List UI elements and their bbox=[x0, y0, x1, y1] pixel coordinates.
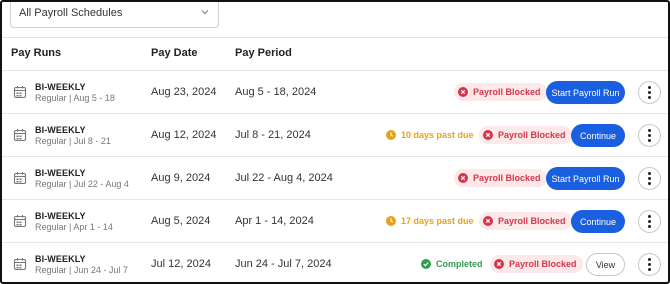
badge-label: Payroll Blocked bbox=[509, 259, 577, 269]
calendar-icon bbox=[13, 258, 27, 271]
continue-button[interactable]: Continue bbox=[571, 124, 625, 147]
payroll-blocked-badge: Payroll Blocked bbox=[454, 169, 547, 187]
pay-date: Aug 23, 2024 bbox=[151, 86, 217, 98]
badge-label: Payroll Blocked bbox=[498, 216, 566, 226]
more-vertical-icon bbox=[648, 86, 651, 89]
table-row: BI-WEEKLY Regular | Aug 5 - 18 Aug 23, 2… bbox=[2, 71, 668, 114]
calendar-icon bbox=[13, 129, 27, 142]
more-vertical-icon bbox=[648, 258, 651, 261]
pay-run-title: BI-WEEKLY bbox=[35, 125, 86, 135]
pay-period: Jul 8 - 21, 2024 bbox=[235, 129, 311, 141]
pay-date: Aug 12, 2024 bbox=[151, 129, 217, 141]
pay-run-subtitle: Regular | Jul 22 - Aug 4 bbox=[35, 179, 129, 189]
more-vertical-icon bbox=[648, 215, 651, 218]
pay-date: Jul 12, 2024 bbox=[151, 258, 211, 270]
calendar-icon bbox=[13, 172, 27, 185]
more-vertical-icon bbox=[648, 129, 651, 132]
more-options-button[interactable] bbox=[638, 253, 661, 276]
pay-run-subtitle: Regular | Jun 24 - Jul 7 bbox=[35, 265, 128, 275]
payroll-panel: All Payroll Schedules Pay Runs Pay Date … bbox=[0, 0, 670, 284]
clock-icon bbox=[386, 130, 396, 140]
pay-date: Aug 9, 2024 bbox=[151, 172, 211, 184]
pay-run-title: BI-WEEKLY bbox=[35, 168, 86, 178]
pay-run-subtitle: Regular | Aug 5 - 18 bbox=[35, 93, 115, 103]
pay-run-title: BI-WEEKLY bbox=[35, 254, 86, 264]
chevron-down-icon bbox=[201, 10, 209, 15]
pay-date: Aug 5, 2024 bbox=[151, 215, 211, 227]
past-due-badge: 10 days past due bbox=[382, 126, 480, 144]
check-circle-icon bbox=[421, 259, 431, 269]
payroll-schedule-select[interactable]: All Payroll Schedules bbox=[10, 2, 219, 28]
x-circle-icon bbox=[458, 173, 468, 183]
x-circle-icon bbox=[458, 87, 468, 97]
view-button[interactable]: View bbox=[586, 253, 625, 276]
start-payroll-run-button[interactable]: Start Payroll Run bbox=[546, 167, 625, 190]
payroll-blocked-badge: Payroll Blocked bbox=[479, 126, 572, 144]
more-vertical-icon bbox=[648, 172, 651, 175]
badge-label: 10 days past due bbox=[401, 130, 474, 140]
calendar-icon bbox=[13, 215, 27, 228]
x-circle-icon bbox=[483, 130, 493, 140]
continue-button[interactable]: Continue bbox=[571, 210, 625, 233]
pay-run-title: BI-WEEKLY bbox=[35, 82, 86, 92]
pay-period: Aug 5 - 18, 2024 bbox=[235, 86, 317, 98]
payroll-schedule-select-value: All Payroll Schedules bbox=[19, 7, 123, 19]
pay-period: Apr 1 - 14, 2024 bbox=[235, 215, 314, 227]
pay-run-title: BI-WEEKLY bbox=[35, 211, 86, 221]
completed-badge: Completed bbox=[417, 255, 489, 273]
table-header: Pay Runs Pay Date Pay Period bbox=[2, 38, 668, 71]
more-options-button[interactable] bbox=[638, 210, 661, 233]
badge-label: Payroll Blocked bbox=[473, 87, 541, 97]
pay-period: Jul 22 - Aug 4, 2024 bbox=[235, 172, 333, 184]
column-header-pay-runs: Pay Runs bbox=[11, 47, 62, 59]
payroll-blocked-badge: Payroll Blocked bbox=[490, 255, 583, 273]
pay-run-subtitle: Regular | Apr 1 - 14 bbox=[35, 222, 113, 232]
column-header-pay-period: Pay Period bbox=[235, 47, 292, 59]
pay-period: Jun 24 - Jul 7, 2024 bbox=[235, 258, 332, 270]
more-options-button[interactable] bbox=[638, 167, 661, 190]
table-row: BI-WEEKLY Regular | Apr 1 - 14 Aug 5, 20… bbox=[2, 200, 668, 243]
badge-label: Completed bbox=[436, 259, 483, 269]
payroll-blocked-badge: Payroll Blocked bbox=[479, 212, 572, 230]
column-header-pay-date: Pay Date bbox=[151, 47, 198, 59]
past-due-badge: 17 days past due bbox=[382, 212, 480, 230]
table-row: BI-WEEKLY Regular | Jul 8 - 21 Aug 12, 2… bbox=[2, 114, 668, 157]
filter-bar: All Payroll Schedules bbox=[2, 2, 668, 38]
badge-label: Payroll Blocked bbox=[473, 173, 541, 183]
table-row: BI-WEEKLY Regular | Jul 22 - Aug 4 Aug 9… bbox=[2, 157, 668, 200]
more-options-button[interactable] bbox=[638, 81, 661, 104]
x-circle-icon bbox=[483, 216, 493, 226]
calendar-icon bbox=[13, 86, 27, 99]
more-options-button[interactable] bbox=[638, 124, 661, 147]
table-row: BI-WEEKLY Regular | Jun 24 - Jul 7 Jul 1… bbox=[2, 243, 668, 282]
badge-label: Payroll Blocked bbox=[498, 130, 566, 140]
clock-icon bbox=[386, 216, 396, 226]
x-circle-icon bbox=[494, 259, 504, 269]
badge-label: 17 days past due bbox=[401, 216, 474, 226]
payroll-blocked-badge: Payroll Blocked bbox=[454, 83, 547, 101]
pay-run-subtitle: Regular | Jul 8 - 21 bbox=[35, 136, 111, 146]
start-payroll-run-button[interactable]: Start Payroll Run bbox=[546, 81, 625, 104]
